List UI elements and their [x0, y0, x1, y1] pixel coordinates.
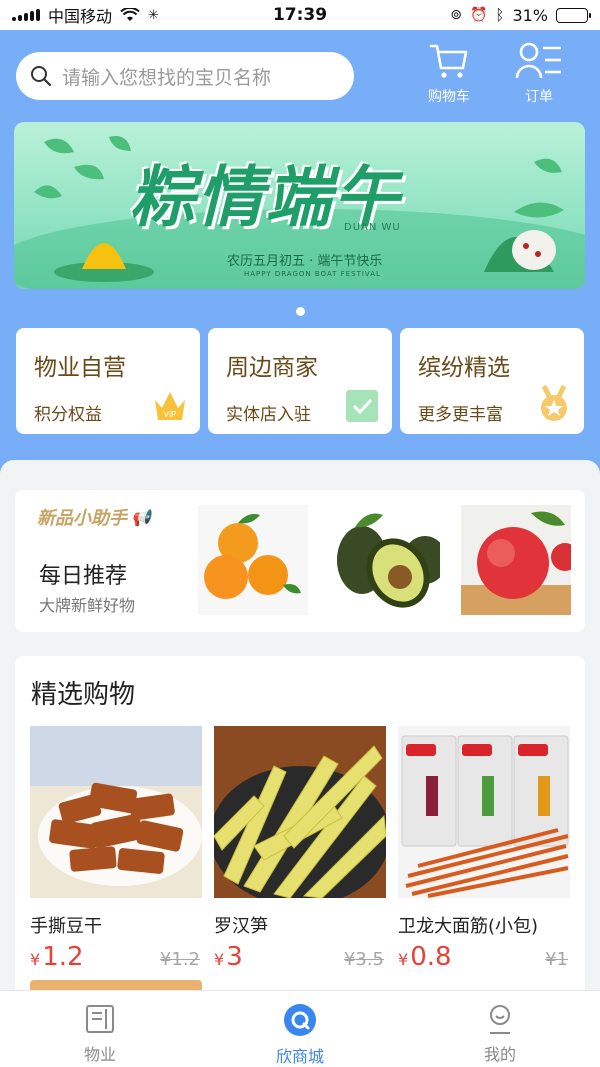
- category-colorful-selection[interactable]: 缤纷精选 更多更丰富: [400, 328, 584, 434]
- cart-label: 购物车: [428, 89, 470, 105]
- product-image-bamboo-shoot: [210, 726, 390, 906]
- bottom-tab-bar: 物业 欣商城 我的: [0, 990, 600, 1067]
- banner-english: DUAN WU: [344, 222, 401, 233]
- check-icon: [346, 390, 378, 422]
- recommend-subtitle: 大牌新鲜好物: [39, 596, 136, 615]
- selected-shopping-section: 精选购物 手撕豆干 ¥1.2 ¥1.2 罗汉笋 ¥3 ¥3.5 卫龙大面筋(小包…: [15, 656, 585, 1010]
- loading-icon: ✳: [148, 7, 159, 23]
- product-name: 罗汉笋: [214, 916, 268, 937]
- tab-label: 欣商城: [275, 1047, 324, 1066]
- carousel-indicator[interactable]: [296, 307, 305, 316]
- banner-subtitle-en: HAPPY DRAGON BOAT FESTIVAL: [244, 270, 381, 278]
- cart-button[interactable]: 购物车: [414, 42, 484, 108]
- wifi-icon: [120, 8, 140, 21]
- product-original-price: ¥1: [545, 949, 568, 970]
- orders-label: 订单: [525, 89, 553, 105]
- product-card[interactable]: 卫龙大面筋(小包) ¥0.8 ¥1: [398, 726, 570, 972]
- banner-subtitle: 农历五月初五 · 端午节快乐: [227, 254, 383, 269]
- tab-label: 我的: [483, 1045, 516, 1064]
- category-self-operated[interactable]: 物业自营 积分权益 VIP: [16, 328, 200, 434]
- orange-image[interactable]: [198, 505, 308, 615]
- badge-label: 新品小助手: [37, 508, 127, 529]
- product-name: 卫龙大面筋(小包): [398, 916, 539, 937]
- product-image-tofu: [30, 726, 202, 898]
- tab-profile[interactable]: 我的: [400, 991, 600, 1067]
- document-icon: [86, 1005, 114, 1033]
- carrier-label: 中国移动: [48, 7, 113, 26]
- status-bar: 中国移动 ✳ 17:39 ⊚ ⏰ ᛒ 31%: [0, 0, 600, 30]
- product-original-price: ¥1.2: [159, 949, 200, 970]
- megaphone-icon: 📢: [131, 507, 151, 527]
- alarm-icon: ⏰: [469, 7, 488, 23]
- promo-banner[interactable]: 粽情端午 DUAN WU 农历五月初五 · 端午节快乐 HAPPY DRAGON…: [14, 122, 585, 289]
- section-heading: 精选购物: [31, 680, 136, 710]
- daily-recommend-card[interactable]: 新品小助手 📢 每日推荐 大牌新鲜好物: [15, 490, 585, 632]
- category-title: 周边商家: [226, 355, 318, 381]
- product-price: ¥0.8: [398, 942, 452, 972]
- tab-mall[interactable]: 欣商城: [200, 991, 400, 1067]
- orders-icon: [515, 42, 561, 79]
- cart-icon: [429, 44, 468, 78]
- new-product-badge: 新品小助手 📢: [37, 504, 151, 530]
- battery-percent: 31%: [512, 5, 548, 25]
- svg-text:VIP: VIP: [164, 410, 177, 419]
- tab-property[interactable]: 物业: [0, 991, 200, 1067]
- orders-button[interactable]: 订单: [504, 42, 574, 108]
- tab-label: 物业: [83, 1045, 116, 1064]
- avocado-image[interactable]: [330, 505, 440, 615]
- apple-image[interactable]: [461, 505, 571, 615]
- clock: 17:39: [272, 5, 328, 25]
- product-price: ¥3: [214, 942, 243, 972]
- medal-icon: [541, 384, 567, 421]
- product-price: ¥1.2: [30, 942, 84, 972]
- product-original-price: ¥3.5: [343, 949, 384, 970]
- category-nearby-merchants[interactable]: 周边商家 实体店入驻: [208, 328, 392, 434]
- search-placeholder: 请输入您想找的宝贝名称: [62, 66, 272, 89]
- signal-icon: [12, 9, 40, 21]
- vip-crown-icon: VIP: [155, 392, 185, 420]
- battery-icon: [556, 7, 591, 23]
- search-icon: [31, 66, 52, 87]
- product-name: 手撕豆干: [30, 916, 102, 937]
- search-input[interactable]: 请输入您想找的宝贝名称: [16, 52, 354, 100]
- recommend-title: 每日推荐: [39, 564, 128, 589]
- mall-icon: [284, 1004, 316, 1036]
- category-title: 缤纷精选: [418, 355, 510, 381]
- product-image-gluten-snack: [398, 726, 570, 898]
- user-icon: [490, 1005, 510, 1034]
- category-title: 物业自营: [34, 355, 126, 381]
- product-card[interactable]: 罗汉笋 ¥3 ¥3.5: [210, 726, 390, 972]
- bluetooth-icon: ᛒ: [495, 6, 505, 24]
- product-card[interactable]: 手撕豆干 ¥1.2 ¥1.2: [30, 726, 202, 972]
- rotation-lock-icon: ⊚: [450, 7, 462, 23]
